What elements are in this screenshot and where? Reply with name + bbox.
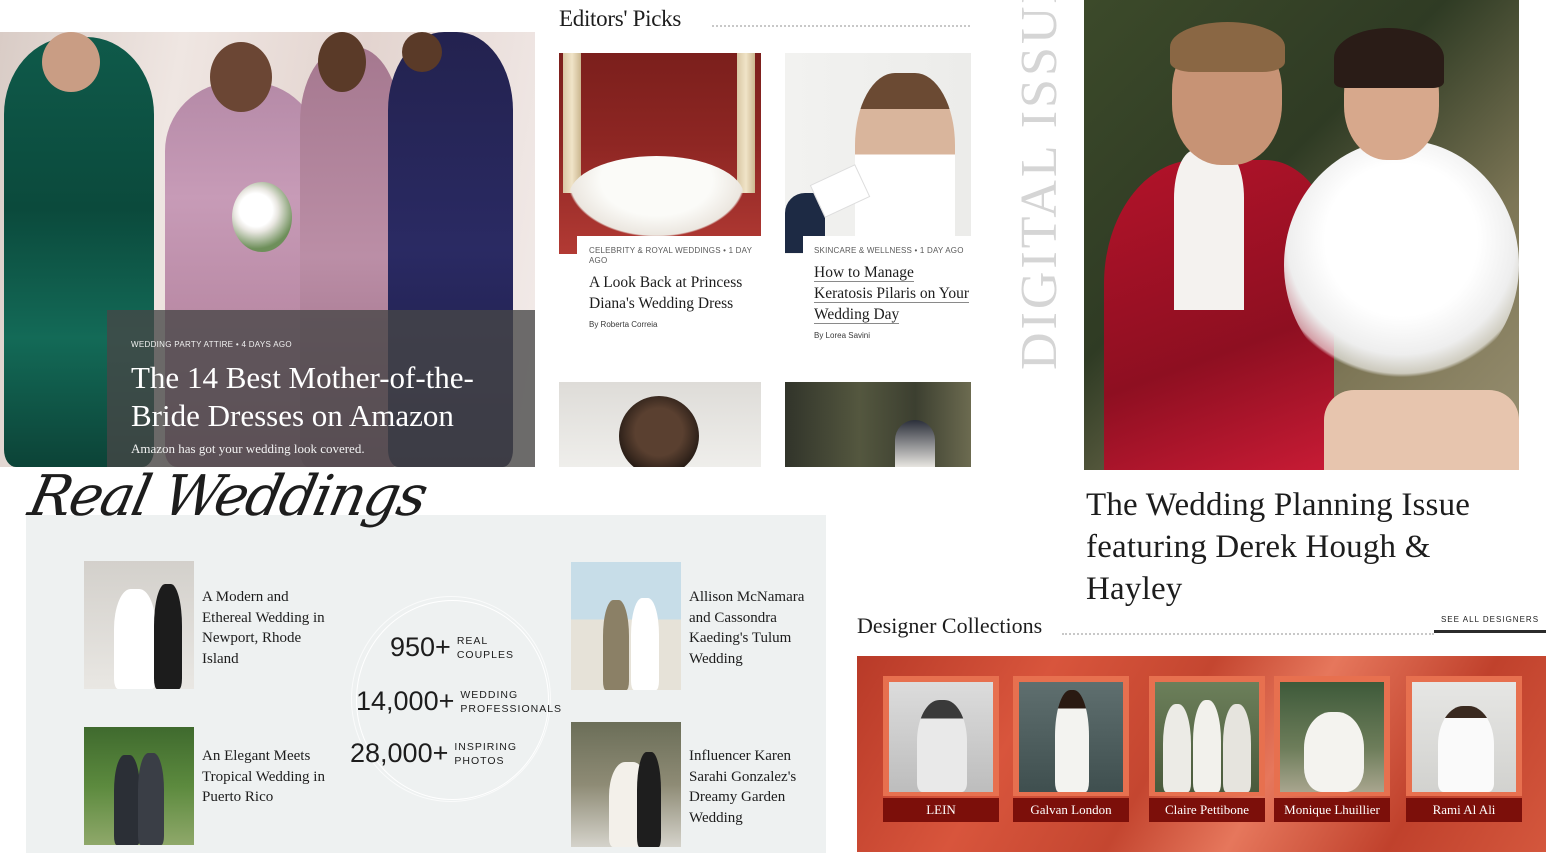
stat-number: 28,000+ (350, 738, 449, 768)
stat-label-line: REAL (456, 634, 489, 647)
editors-pick-image-diana[interactable] (559, 53, 761, 254)
pillar-decor (737, 53, 755, 193)
stat-number: 14,000+ (356, 686, 455, 716)
designer-photo (1019, 682, 1123, 792)
groom-figure (637, 752, 661, 847)
stat-label-line: COUPLES (456, 648, 515, 661)
pillar-decor (563, 53, 581, 193)
model-figure (1163, 704, 1191, 792)
hero-model-head (318, 32, 366, 92)
designer-name[interactable]: Galvan London (1013, 798, 1129, 822)
hair-updo (619, 396, 699, 467)
digital-issue-title[interactable]: The Wedding Planning Issue featuring Der… (1086, 484, 1506, 610)
bride-figure (603, 600, 629, 690)
groom-figure (138, 753, 164, 845)
real-wedding-title[interactable]: Allison McNamara and Cassondra Kaeding's… (689, 587, 814, 669)
hero-kicker[interactable]: WEDDING PARTY ATTIRE • 4 DAYS AGO (131, 340, 511, 349)
real-weddings-script-title: Real Weddings (23, 464, 432, 529)
couple-figure (895, 420, 935, 467)
designer-photo (1412, 682, 1516, 792)
designer-photo (1280, 682, 1384, 792)
hero-title[interactable]: The 14 Best Mother-of-the-Bride Dresses … (131, 359, 511, 435)
stat-label: WEDDING PROFESSIONALS (460, 688, 562, 716)
model-figure (1223, 704, 1251, 792)
stat-professionals: 14,000+ WEDDING PROFESSIONALS (356, 686, 562, 717)
bride-hair (1334, 28, 1444, 88)
stat-photos: 28,000+ INSPIRING PHOTOS (350, 738, 517, 769)
model-figure (1193, 700, 1221, 792)
editors-pick-card-2: SKINCARE & WELLNESS • 1 DAY AGO How to M… (803, 236, 971, 346)
card-kicker[interactable]: CELEBRITY & ROYAL WEDDINGS • 1 DAY AGO (589, 246, 761, 266)
stat-label: REAL COUPLES (457, 634, 514, 662)
stat-number: 950+ (390, 632, 451, 662)
editors-pick-card-1: CELEBRITY & ROYAL WEDDINGS • 1 DAY AGO A… (577, 236, 761, 356)
card-byline: By Roberta Correia (589, 320, 658, 329)
groom-figure (154, 584, 182, 689)
stat-label-line: PROFESSIONALS (460, 702, 563, 715)
dotted-divider (1062, 633, 1434, 635)
real-wedding-title[interactable]: An Elegant Meets Tropical Wedding in Pue… (202, 746, 332, 808)
real-wedding-thumb-newport[interactable] (84, 561, 194, 689)
bride-legs (1324, 390, 1519, 470)
hero-caption-box: WEDDING PARTY ATTIRE • 4 DAYS AGO The 14… (107, 310, 535, 467)
real-wedding-title[interactable]: A Modern and Ethereal Wedding in Newport… (202, 587, 332, 669)
real-wedding-thumb-tulum[interactable] (571, 562, 681, 690)
stat-label-line: INSPIRING (454, 740, 518, 753)
editors-pick-image-forest[interactable] (785, 382, 971, 467)
hero-subtitle: Amazon has got your wedding look covered… (131, 441, 365, 456)
stat-label-line: PHOTOS (454, 754, 505, 767)
stat-label-line: WEDDING (460, 688, 519, 701)
editors-picks-heading: Editors' Picks (559, 6, 681, 31)
editors-pick-image-updo[interactable] (559, 382, 761, 467)
model-figure (1304, 712, 1364, 792)
stat-couples: 950+ REAL COUPLES (390, 632, 514, 663)
real-wedding-thumb-garden[interactable] (571, 722, 681, 847)
designer-name[interactable]: Rami Al Ali (1406, 798, 1522, 822)
hero-model-head (402, 32, 442, 72)
card-title[interactable]: How to Manage Keratosis Pilaris on Your … (814, 262, 971, 325)
card-title[interactable]: A Look Back at Princess Diana's Wedding … (589, 272, 761, 314)
bride-figure (114, 589, 156, 689)
hero-model-head (42, 32, 100, 92)
designer-photo (1155, 682, 1259, 792)
card-kicker[interactable]: SKINCARE & WELLNESS • 1 DAY AGO (814, 246, 971, 256)
real-wedding-thumb-puerto-rico[interactable] (84, 727, 194, 845)
hero-feature[interactable]: WEDDING PARTY ATTIRE • 4 DAYS AGO The 14… (0, 32, 535, 467)
digital-issue-label: DIGITAL ISSUE (1011, 0, 1068, 370)
real-wedding-title[interactable]: Influencer Karen Sarahi Gonzalez's Dream… (689, 746, 814, 828)
model-figure (1438, 706, 1494, 792)
groom-hair (1170, 22, 1285, 72)
designer-name[interactable]: Monique Lhuillier (1274, 798, 1390, 822)
designer-photo (889, 682, 993, 792)
model-figure (917, 700, 967, 792)
see-all-designers-link[interactable]: SEE ALL DESIGNERS (1434, 615, 1546, 633)
wedding-dress-train (569, 156, 744, 236)
designer-name[interactable]: Claire Pettibone (1149, 798, 1265, 822)
hero-model-head (210, 42, 272, 112)
bride-figure (855, 73, 955, 254)
editors-pick-image-bride[interactable] (785, 53, 971, 254)
bride-figure (631, 598, 659, 690)
model-figure (1055, 690, 1089, 792)
feather-jacket (1284, 140, 1519, 390)
stat-label: INSPIRING PHOTOS (454, 740, 517, 768)
white-shirt (1174, 150, 1244, 310)
designer-collections-heading: Designer Collections (857, 613, 1043, 638)
bouquet-image (232, 182, 292, 252)
dotted-divider (712, 25, 970, 27)
designer-name[interactable]: LEIN (883, 798, 999, 822)
card-byline: By Lorea Savini (814, 331, 871, 340)
card-title-link[interactable]: How to Manage Keratosis Pilaris on Your … (814, 264, 970, 324)
digital-issue-cover-photo[interactable] (1084, 0, 1519, 470)
groom-figure (114, 755, 140, 845)
